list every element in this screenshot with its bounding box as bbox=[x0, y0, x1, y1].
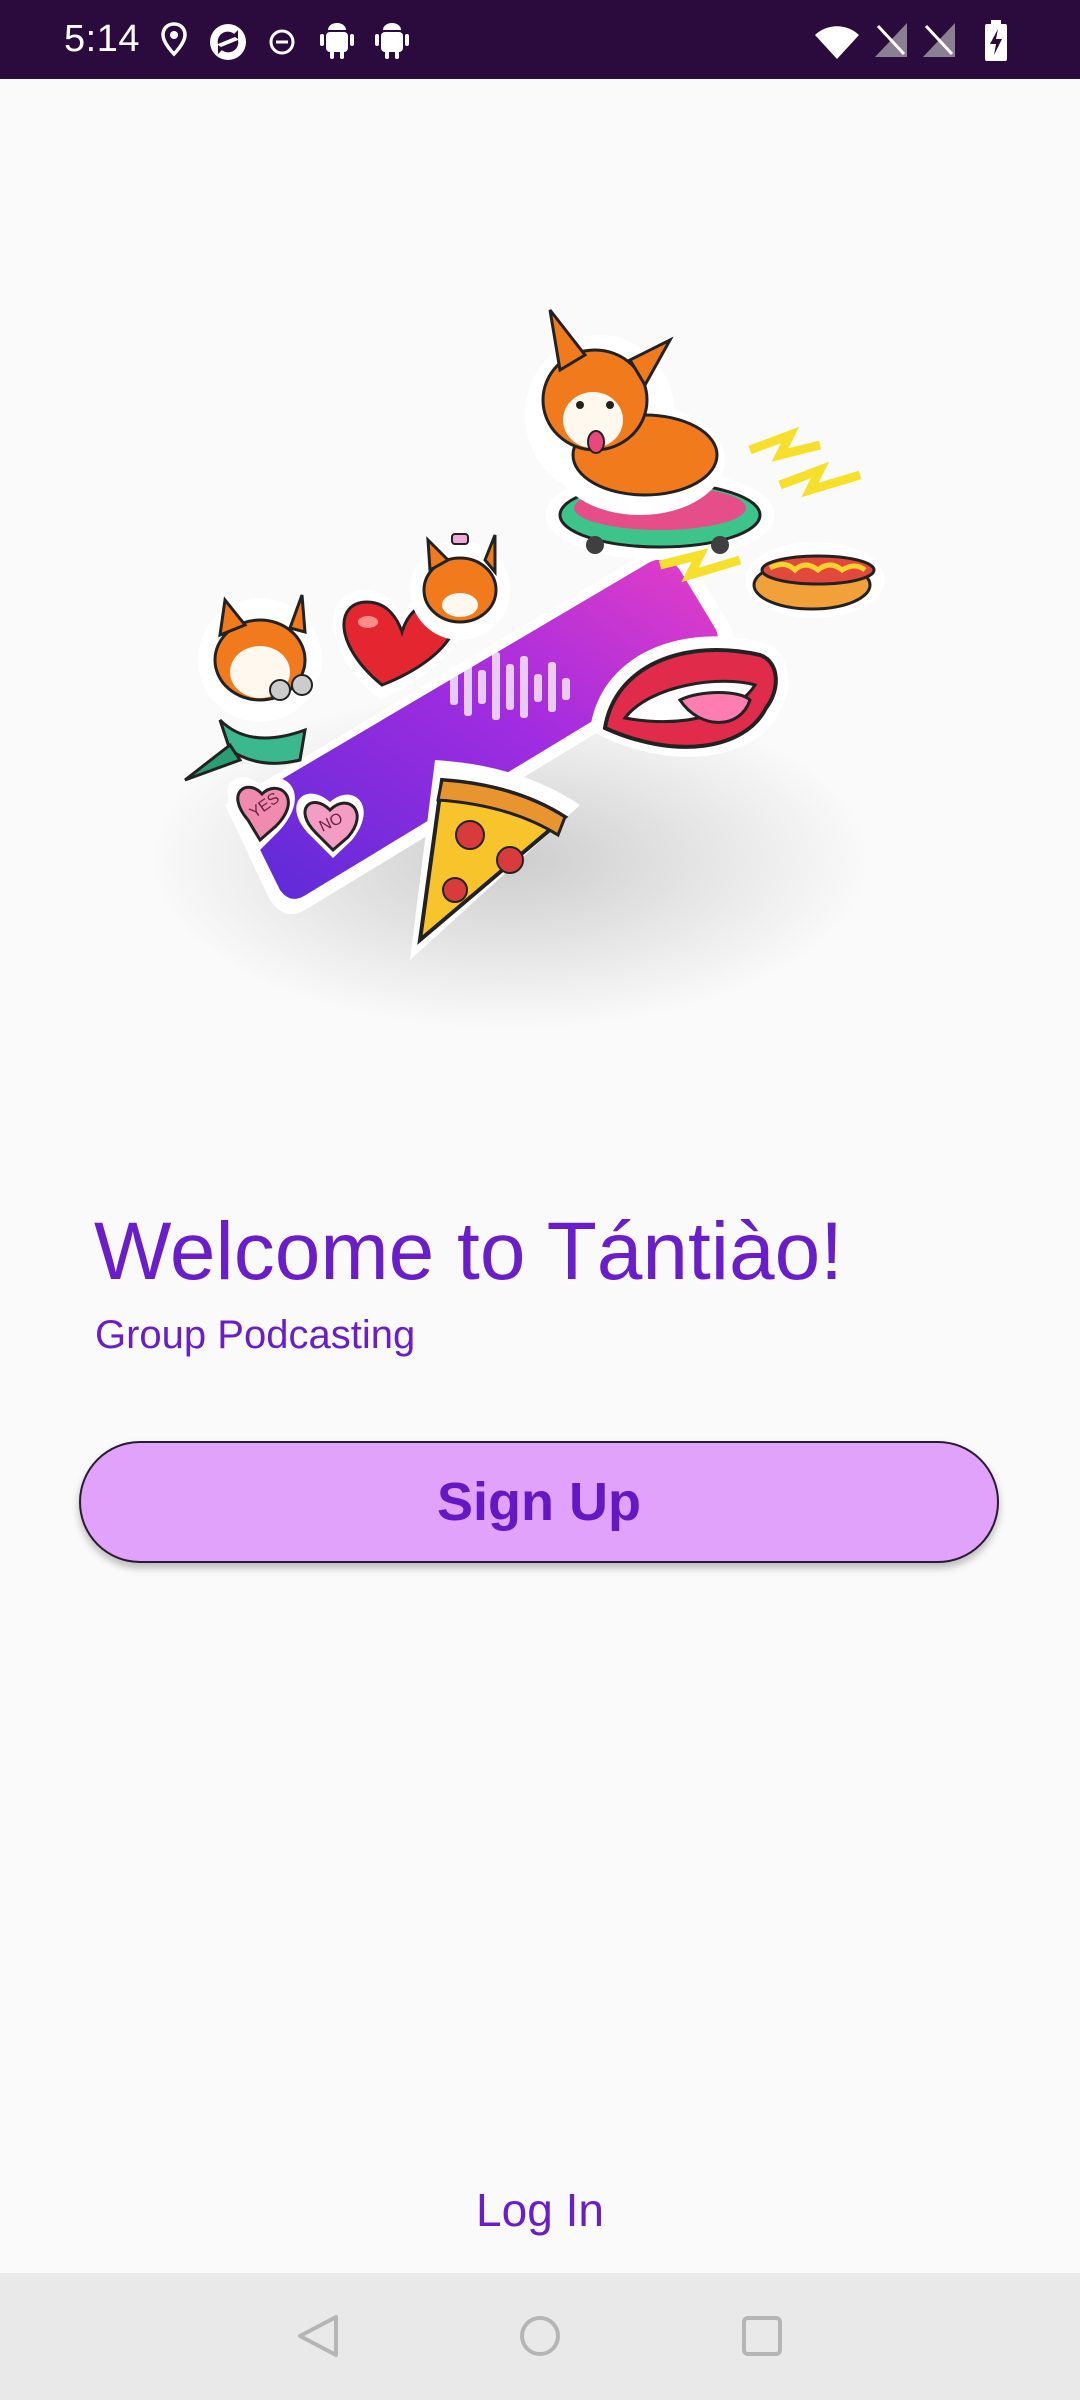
status-bar: 5:14 bbox=[0, 0, 1080, 79]
status-right-icons bbox=[814, 20, 1024, 62]
sync-icon bbox=[210, 24, 246, 60]
skateboard-corgi-sticker bbox=[525, 309, 775, 560]
sign-up-button[interactable]: Sign Up bbox=[79, 1441, 999, 1563]
android-icon bbox=[320, 23, 354, 59]
battery-charging-icon bbox=[985, 20, 1007, 61]
android-icon bbox=[375, 23, 409, 59]
small-corgi-sticker bbox=[410, 533, 510, 640]
page-title: Welcome to Tántiào! bbox=[94, 1206, 844, 1297]
signal-off-icon bbox=[923, 23, 955, 57]
do-not-disturb-icon bbox=[269, 29, 295, 55]
system-navigation-bar bbox=[0, 2273, 1080, 2400]
mermaid-corgi-sticker bbox=[184, 594, 322, 782]
sign-up-label: Sign Up bbox=[437, 1472, 641, 1532]
home-icon[interactable] bbox=[513, 2309, 567, 2363]
hotdog-sticker bbox=[745, 542, 885, 618]
recents-icon[interactable] bbox=[735, 2309, 789, 2363]
podcast-stickers-illustration: YES NO bbox=[90, 260, 970, 1120]
back-icon[interactable] bbox=[292, 2309, 346, 2363]
status-time: 5:14 bbox=[64, 18, 140, 60]
log-in-link[interactable]: Log In bbox=[0, 2183, 1080, 2237]
page-subtitle: Group Podcasting bbox=[95, 1313, 416, 1357]
wifi-icon bbox=[815, 26, 859, 59]
location-icon bbox=[161, 22, 187, 57]
signal-off-icon bbox=[875, 23, 907, 57]
